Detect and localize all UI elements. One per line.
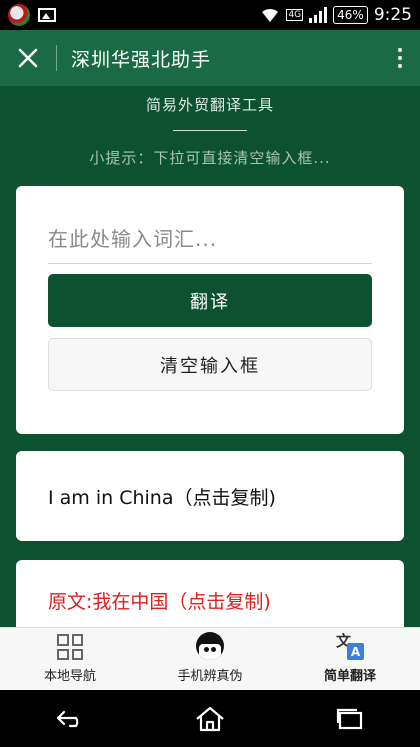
app-bar: 深圳华强北助手	[0, 30, 420, 86]
close-icon	[18, 48, 38, 68]
back-icon	[56, 710, 79, 727]
translate-icon: 文 A	[336, 632, 364, 660]
original-text-card[interactable]: 原文:我在中国（点击复制)	[16, 560, 404, 627]
home-button[interactable]	[180, 699, 240, 739]
main-content[interactable]: 简易外贸翻译工具 小提示：下拉可直接清空输入框... 翻译 清空输入框 I am…	[0, 86, 420, 627]
status-bar: 4G 46% 9:25	[0, 0, 420, 30]
translator-card: 翻译 清空输入框	[16, 186, 404, 434]
more-options-button[interactable]	[380, 30, 420, 86]
clear-input-button[interactable]: 清空输入框	[48, 338, 372, 391]
more-icon-dot	[398, 48, 402, 52]
translation-result-card[interactable]: I am in China（点击复制)	[16, 451, 404, 541]
network-type-badge: 4G	[286, 9, 304, 21]
app-notification-icon	[8, 4, 30, 26]
appbar-divider	[56, 45, 57, 71]
status-time: 9:25	[373, 5, 412, 25]
wifi-icon	[262, 8, 279, 22]
system-navigation-bar	[0, 690, 420, 747]
more-icon-dot	[398, 64, 402, 68]
translation-result-text: I am in China（点击复制)	[48, 486, 276, 509]
page-subtitle: 简易外贸翻译工具	[145, 96, 274, 114]
original-text: 原文:我在中国（点击复制)	[48, 591, 271, 613]
nav-item-label: 简单翻译	[323, 669, 376, 684]
word-input[interactable]	[48, 214, 372, 264]
recent-apps-icon	[336, 708, 363, 729]
more-icon-dot	[398, 56, 402, 60]
nav-item-label: 手机辨真伪	[177, 669, 243, 684]
nav-item-phone-check[interactable]: 手机辨真伪	[140, 628, 280, 690]
home-icon	[196, 706, 224, 731]
app-title: 深圳华强北助手	[71, 48, 212, 71]
back-button[interactable]	[40, 699, 100, 739]
bottom-nav: 本地导航 手机辨真伪 文 A 简单翻译	[0, 627, 420, 690]
hint-text: 小提示：下拉可直接清空输入框...	[89, 149, 331, 167]
nav-item-simple-translate[interactable]: 文 A 简单翻译	[280, 628, 420, 690]
face-icon	[196, 632, 224, 660]
close-button[interactable]	[0, 30, 56, 86]
battery-icon: 46%	[333, 6, 368, 24]
image-notification-icon	[38, 8, 56, 22]
translate-button[interactable]: 翻译	[48, 274, 372, 327]
signal-icon	[309, 7, 328, 23]
grid-icon	[57, 634, 83, 660]
nav-item-label: 本地导航	[43, 669, 96, 684]
nav-item-local-navigation[interactable]: 本地导航	[0, 628, 140, 690]
recent-apps-button[interactable]	[320, 699, 380, 739]
subtitle-underline	[173, 130, 247, 131]
